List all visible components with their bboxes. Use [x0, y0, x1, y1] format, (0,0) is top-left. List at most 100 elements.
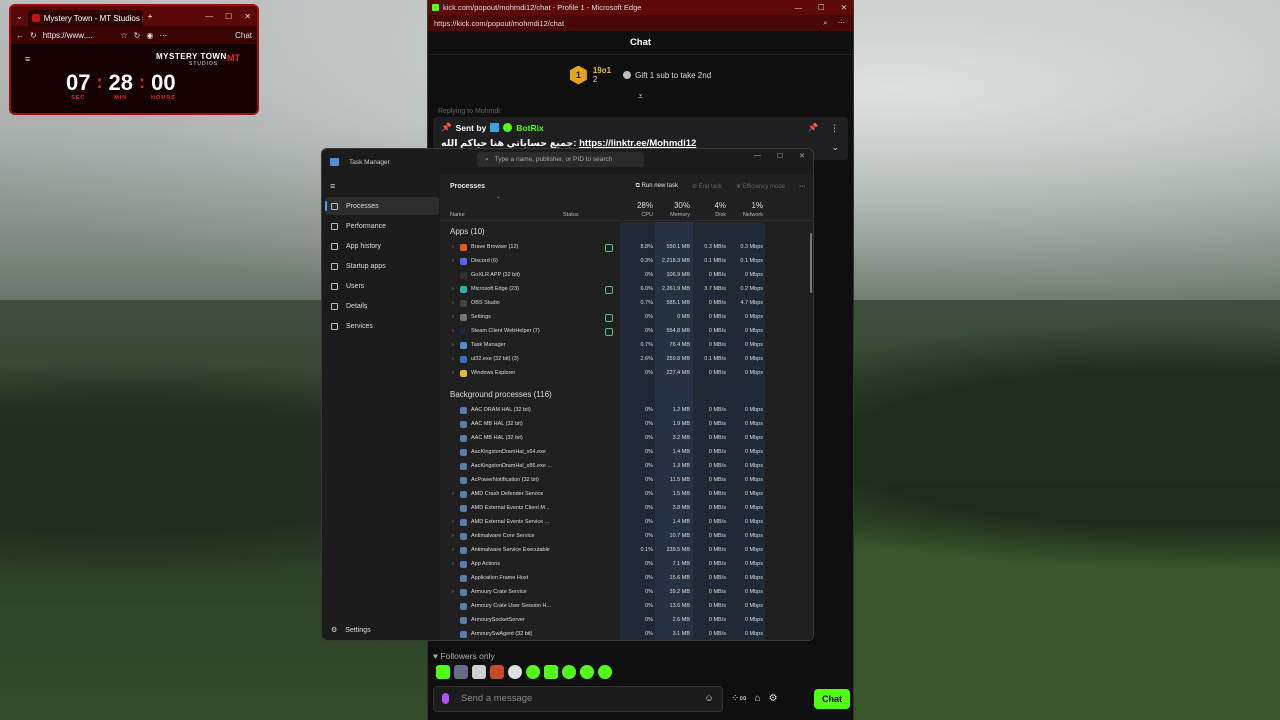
scroll-down-icon[interactable]: ⩡	[428, 91, 853, 102]
zoom-icon[interactable]: ⌕	[823, 18, 827, 28]
col-name[interactable]: Name	[450, 212, 465, 218]
nav-details[interactable]: Details	[325, 297, 439, 315]
background-process-row[interactable]: AAC DRAM HAL (32 bit) 0% 1.2 MB 0 MB/s 0 Mbp…	[440, 404, 813, 418]
app-process-row[interactable]: › Task Manager 0.7% 76.4 MB 0 MB/s 0 Mbps	[440, 339, 813, 353]
chat-settings-icon[interactable]: ⚙	[769, 693, 778, 704]
process-search-input[interactable]: ⌕ Type a name, publisher, or PID to sear…	[477, 152, 644, 167]
unpin-icon[interactable]: 📌	[808, 123, 818, 132]
menu-dots-icon[interactable]: ⋯	[838, 18, 846, 28]
tab-menu-icon[interactable]: ⌄	[11, 12, 28, 21]
end-task-button[interactable]: ⊘ End task	[692, 183, 722, 190]
tm-settings[interactable]: ⚙ Settings	[331, 626, 371, 635]
expand-chevron-icon[interactable]: ›	[452, 314, 454, 320]
sort-arrow-icon[interactable]: ⌃	[496, 197, 501, 203]
countdown-browser-window[interactable]: ⌄ Mystery Town - MT Studios | MTR ✕ + — …	[9, 4, 259, 115]
maximize-icon[interactable]: ☐	[818, 3, 825, 12]
expand-chevron-icon[interactable]: ›	[452, 491, 454, 497]
back-icon[interactable]: ←	[16, 31, 24, 40]
background-process-row[interactable]: AacKingstonDramHal_x86.exe ... 0% 1.3 MB 0 …	[440, 460, 813, 474]
send-chat-button[interactable]: Chat	[814, 688, 850, 709]
emoji-picker-icon[interactable]: ☺	[704, 693, 714, 704]
background-process-row[interactable]: › Antimalware Core Service 0% 10.7 MB 0 MB/s…	[440, 530, 813, 544]
gift-prompt[interactable]: Gift 1 sub to take 2nd	[623, 71, 711, 80]
col-status[interactable]: Status	[563, 212, 579, 218]
expand-chevron-icon[interactable]: ›	[452, 589, 454, 595]
background-process-row[interactable]: AMD External Events Client M... 0% 3.8 MB 0…	[440, 502, 813, 516]
mic-icon[interactable]	[442, 693, 449, 704]
reload-icon[interactable]: ↻	[30, 31, 37, 40]
bot-name[interactable]: BotRix	[516, 123, 543, 133]
close-window-icon[interactable]: ✕	[841, 3, 847, 12]
emote-icon[interactable]	[436, 665, 450, 679]
app-process-row[interactable]: GoXLR APP (32 bit) 0% 106.9 MB 0 MB/s 0 Mbps	[440, 269, 813, 283]
expand-chevron-icon[interactable]: ›	[452, 519, 454, 525]
emote-icon[interactable]	[508, 665, 522, 679]
app-process-row[interactable]: › Brave Browser (12) 8.8% 550.1 MB 0.3 MB/s 0…	[440, 241, 813, 255]
background-process-row[interactable]: ArmourySocketServer 0% 2.6 MB 0 MB/s 0 Mbps	[440, 614, 813, 628]
profile-icon[interactable]: ◉	[146, 31, 153, 40]
background-process-row[interactable]: › App Actions 0% 7.1 MB 0 MB/s 0 Mbps	[440, 558, 813, 572]
col-network[interactable]: Network	[743, 212, 763, 218]
emote-icon[interactable]	[544, 665, 558, 679]
emote-icon[interactable]	[562, 665, 576, 679]
refresh-ext-icon[interactable]: ↻	[134, 31, 141, 40]
more-options-icon[interactable]: ⋮	[830, 123, 839, 134]
menu-dots-icon[interactable]: ⋯	[159, 31, 167, 40]
emote-icon[interactable]	[580, 665, 594, 679]
close-window-icon[interactable]: ✕	[799, 152, 805, 160]
maximize-icon[interactable]: ☐	[777, 152, 783, 160]
run-new-task-button[interactable]: ⧉ Run new task	[636, 183, 678, 190]
expand-chevron-icon[interactable]: ›	[452, 244, 454, 250]
app-process-row[interactable]: › Windows Explorer 0% 227.4 MB 0 MB/s 0 Mbps	[440, 367, 813, 381]
background-process-row[interactable]: AacKingstonDramHal_x64.exe 0% 1.4 MB 0 MB/s…	[440, 446, 813, 460]
minimize-icon[interactable]: —	[794, 3, 802, 12]
expand-chevron-icon[interactable]: ›	[452, 300, 454, 306]
background-process-row[interactable]: ArmourySwAgent (32 bit) 0% 3.1 MB 0 MB/s 0 M…	[440, 628, 813, 640]
background-process-row[interactable]: › Armoury Crate Service 0% 39.2 MB 0 MB/s 0 M…	[440, 586, 813, 600]
app-process-row[interactable]: › Discord (6) 0.3% 2,218.3 MB 0.1 MB/s 0.1 Mb…	[440, 255, 813, 269]
efficiency-mode-button[interactable]: ❦ Efficiency mode	[736, 183, 785, 190]
emote-icon[interactable]	[454, 665, 468, 679]
star-icon[interactable]: ☆	[121, 31, 128, 40]
col-disk[interactable]: Disk	[715, 212, 726, 218]
more-options-icon[interactable]: ⋯	[799, 183, 805, 190]
mini-url[interactable]: https://www....	[43, 31, 93, 40]
emote-icon[interactable]	[490, 665, 504, 679]
background-process-row[interactable]: Application Frame Host 0% 15.6 MB 0 MB/s 0 M…	[440, 572, 813, 586]
background-process-row[interactable]: › AMD External Events Service ... 0% 1.4 MB…	[440, 516, 813, 530]
close-window-icon[interactable]: ✕	[244, 12, 251, 21]
nav-processes[interactable]: Processes	[325, 197, 439, 215]
background-process-row[interactable]: Armoury Crate User Session H... 0% 13.6 MB…	[440, 600, 813, 614]
emote-icon[interactable]	[526, 665, 540, 679]
nav-startup-apps[interactable]: Startup apps	[325, 257, 439, 275]
maximize-icon[interactable]: ☐	[225, 12, 232, 21]
task-manager-window[interactable]: Task Manager ⌕ Type a name, publisher, o…	[321, 148, 814, 641]
emote-icon[interactable]	[472, 665, 486, 679]
expand-chevron-icon[interactable]: ›	[452, 342, 454, 348]
nav-performance[interactable]: Performance	[325, 217, 439, 235]
app-process-row[interactable]: › OBS Studio 0.7% 585.1 MB 0 MB/s 4.7 Mbps	[440, 297, 813, 311]
points-icon[interactable]: ⁘∞	[731, 693, 747, 704]
leader-entry[interactable]: 1 19o1 2	[569, 65, 611, 85]
hamburger-icon[interactable]: ≡	[25, 54, 30, 64]
expand-chevron-icon[interactable]: ›	[452, 533, 454, 539]
minimize-icon[interactable]: —	[754, 152, 761, 160]
expand-chevron-icon[interactable]: ›	[452, 356, 454, 362]
col-memory[interactable]: Memory	[670, 212, 690, 218]
app-process-row[interactable]: › Steam Client WebHelper (7) 0% 554.8 MB 0 M…	[440, 325, 813, 339]
app-process-row[interactable]: › Microsoft Edge (23) 6.0% 2,261.9 MB 3.7 MB…	[440, 283, 813, 297]
store-icon[interactable]: ⌂	[755, 693, 761, 704]
col-cpu[interactable]: CPU	[641, 212, 653, 218]
background-process-row[interactable]: AAC MB HAL (32 bit) 0% 1.9 MB 0 MB/s 0 Mbps	[440, 418, 813, 432]
expand-chevron-icon[interactable]: ›	[452, 370, 454, 376]
expand-chevron-icon[interactable]: ›	[452, 328, 454, 334]
message-input[interactable]: Send a message ☺	[433, 685, 723, 712]
background-process-row[interactable]: › Antimalware Service Executable 0.1% 239.5…	[440, 544, 813, 558]
new-tab-icon[interactable]: +	[143, 12, 153, 21]
background-process-row[interactable]: AcPowerNotification (32 bit) 0% 11.5 MB 0 M…	[440, 474, 813, 488]
expand-chevron-icon[interactable]: ›	[452, 561, 454, 567]
app-process-row[interactable]: › Settings 0% 0 MB 0 MB/s 0 Mbps	[440, 311, 813, 325]
mini-chat-label[interactable]: Chat	[235, 31, 252, 40]
background-process-row[interactable]: AAC MB HAL (32 bit) 0% 3.2 MB 0 MB/s 0 Mbps	[440, 432, 813, 446]
kick-url[interactable]: https://kick.com/popout/mohmdi12/chat	[434, 19, 564, 28]
